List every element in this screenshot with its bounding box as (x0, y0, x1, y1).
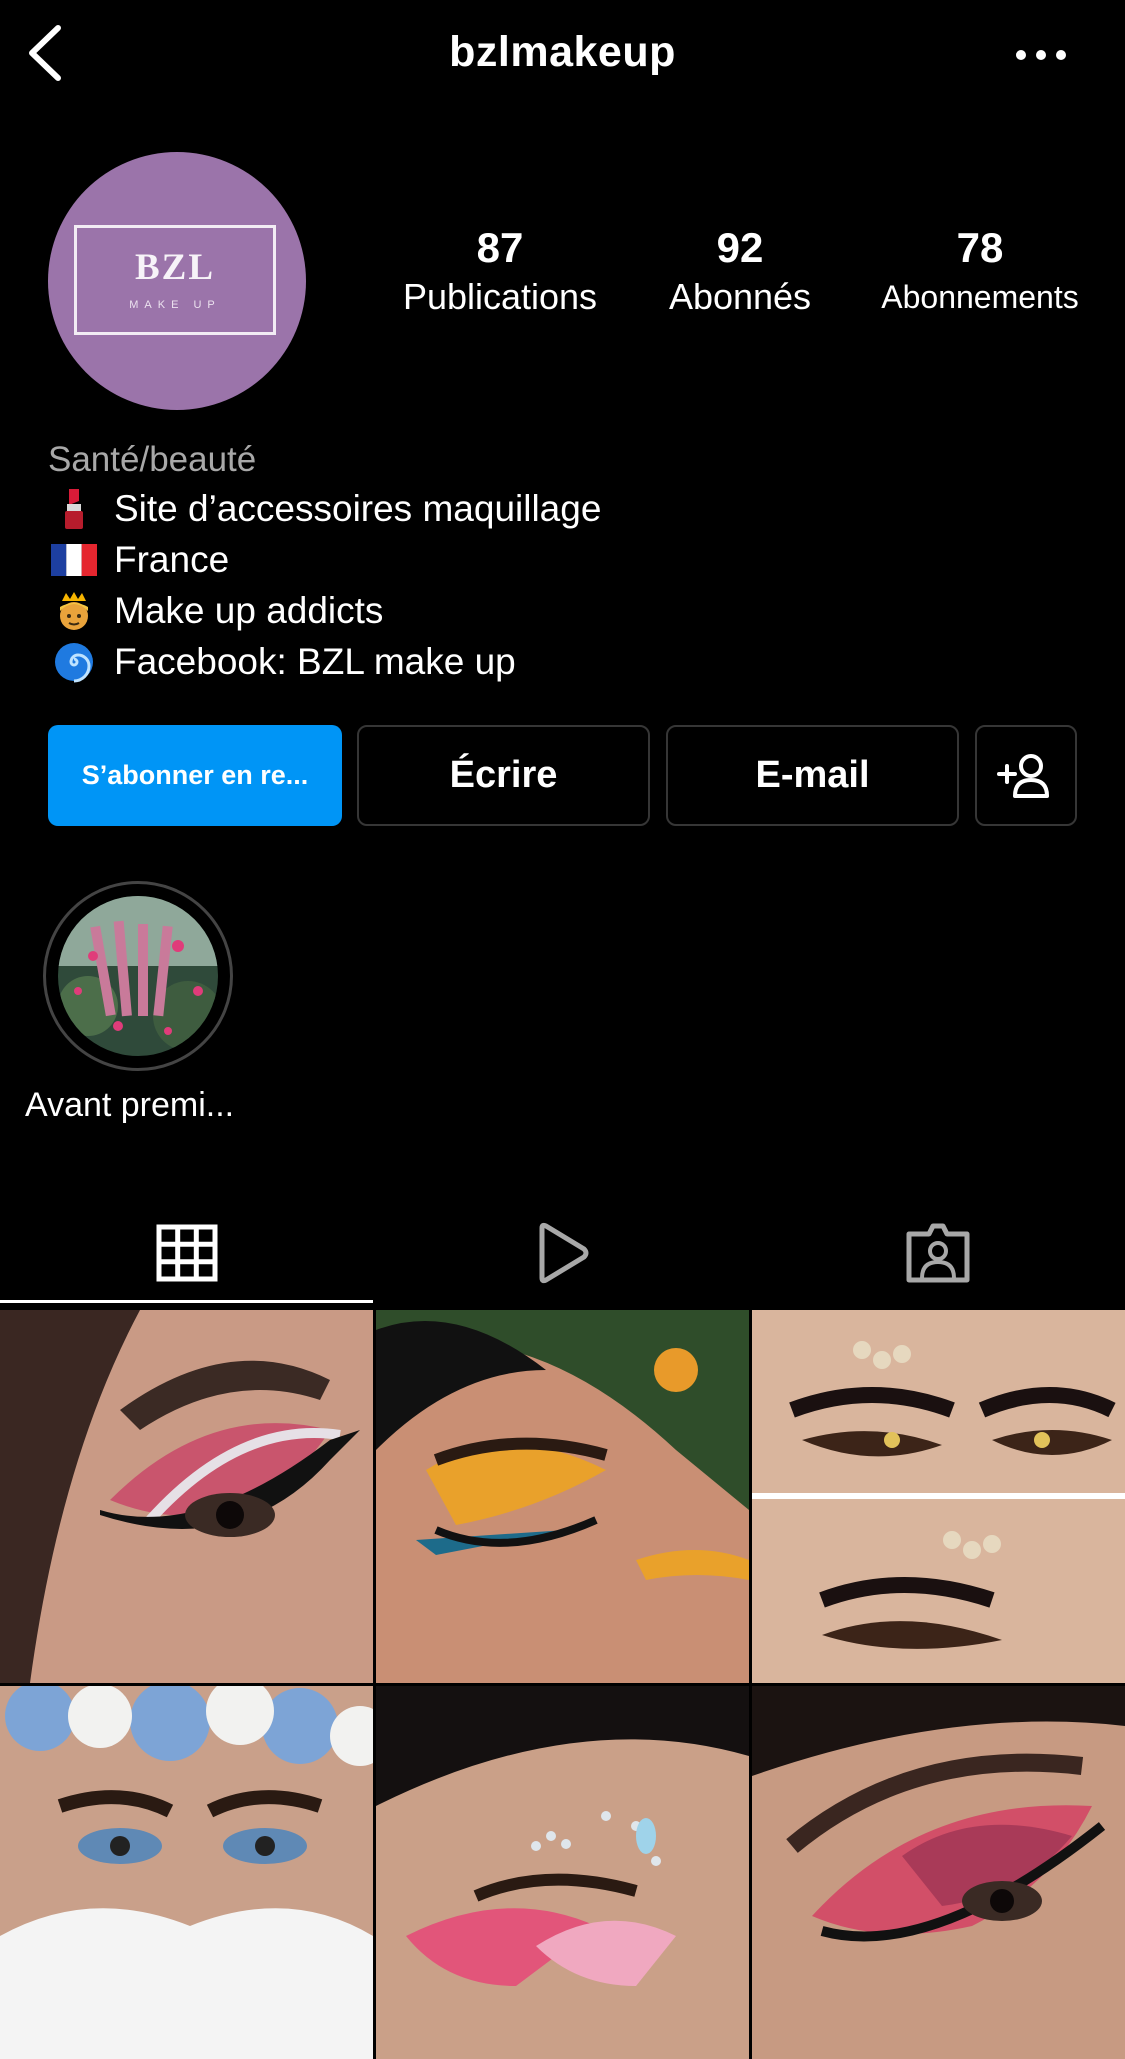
profile-avatar[interactable]: BZL MAKE UP (48, 152, 306, 410)
post-thumbnail[interactable] (0, 1310, 373, 1683)
bio-line: Site d’accessoires maquillage (50, 488, 601, 530)
post-thumbnail[interactable] (376, 1310, 749, 1683)
stat-label: Abonnements (881, 279, 1079, 315)
cyclone-icon (50, 642, 98, 683)
tab-posts-grid[interactable] (0, 1205, 374, 1300)
highlight-label: Avant premi... (25, 1086, 235, 1124)
avatar-logo: BZL MAKE UP (74, 225, 276, 335)
bio-line: Facebook: BZL make up (50, 641, 516, 683)
stat-following[interactable]: 78 Abonnements (860, 222, 1100, 320)
email-button[interactable]: E-mail (666, 725, 959, 826)
stat-followers[interactable]: 92 Abonnés (640, 222, 840, 320)
stat-publications[interactable]: 87 Publications (380, 222, 620, 320)
bio-text: Make up addicts (114, 590, 384, 631)
more-options-icon[interactable] (1010, 40, 1070, 70)
profile-category: Santé/beauté (48, 440, 257, 479)
profile-username: bzlmakeup (449, 28, 676, 76)
stat-value: 92 (716, 224, 764, 271)
stat-value: 78 (956, 224, 1004, 271)
bio-text: Site d’accessoires maquillage (114, 488, 602, 529)
message-button[interactable]: Écrire (357, 725, 650, 826)
post-thumbnail[interactable] (0, 1686, 373, 2059)
stat-label: Publications (402, 276, 598, 317)
active-tab-indicator (0, 1300, 373, 1303)
france-flag-icon (50, 540, 98, 580)
bio-line: France (50, 539, 229, 581)
stat-label: Abonnés (668, 276, 812, 317)
tab-reels[interactable] (375, 1205, 749, 1300)
post-thumbnail[interactable] (376, 1686, 749, 2059)
princess-icon (50, 591, 98, 631)
tagged-icon (906, 1223, 970, 1282)
subscribe-button[interactable]: S’abonner en re... (48, 725, 342, 826)
post-thumbnail[interactable] (752, 1686, 1125, 2059)
add-user-icon (997, 753, 1049, 798)
lipstick-icon (50, 489, 98, 529)
tab-tagged[interactable] (751, 1205, 1125, 1300)
grid-icon (156, 1224, 218, 1281)
post-thumbnail[interactable] (752, 1310, 1125, 1683)
add-user-button[interactable] (975, 725, 1077, 826)
stat-value: 87 (476, 224, 524, 271)
reels-icon (539, 1222, 589, 1283)
highlight-thumbnail (58, 896, 218, 1056)
story-highlight[interactable] (43, 881, 233, 1071)
bio-text: Facebook: BZL make up (114, 641, 516, 682)
bio-line: Make up addicts (50, 590, 383, 632)
bio-text: France (114, 539, 230, 580)
